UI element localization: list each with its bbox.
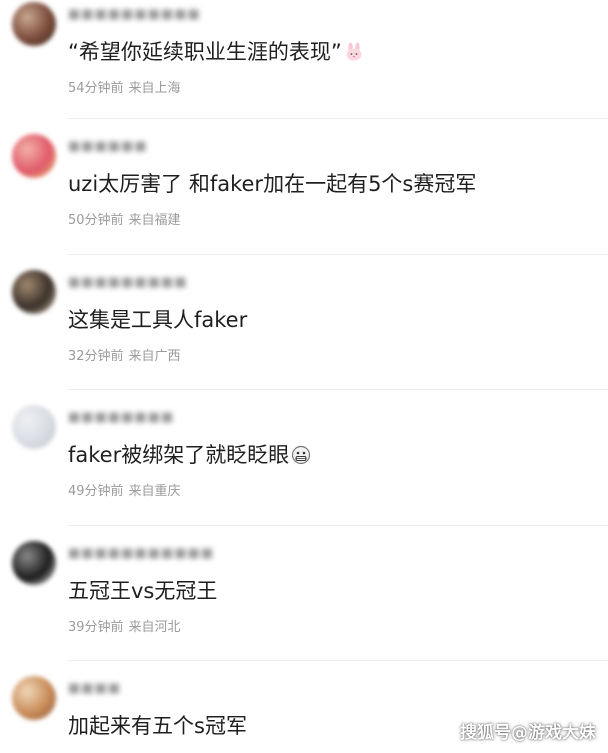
avatar[interactable]: [12, 676, 56, 720]
comment-item[interactable]: ■■■■■■■■■■ “希望你延续职业生涯的表现” 54分钟前 来自上海: [0, 0, 608, 132]
comment-meta: 50分钟前 来自福建: [68, 212, 181, 230]
comment-location: 来自河北: [128, 620, 181, 635]
comment-meta: 39分钟前 来自河北: [68, 619, 181, 637]
comment-meta: 49分钟前 来自重庆: [68, 483, 181, 501]
username[interactable]: ■■■■■■■■■■■: [68, 547, 214, 561]
comment-text: faker被绑架了就眨眨眼: [68, 441, 311, 469]
comment-location: 来自广西: [128, 349, 181, 364]
comment-location: 来自上海: [128, 81, 181, 96]
comment-text: “希望你延续职业生涯的表现”: [68, 38, 364, 66]
comment-text-content: uzi太厉害了 和faker加在一起有5个s赛冠军: [68, 172, 477, 196]
comment-item[interactable]: ■■■■■■■■ faker被绑架了就眨眨眼 49分钟前 来自重庆: [0, 403, 608, 539]
avatar[interactable]: [12, 2, 56, 46]
comment-text: uzi太厉害了 和faker加在一起有5个s赛冠军: [68, 170, 476, 198]
divider: [68, 254, 608, 255]
username[interactable]: ■■■■■■■■■■: [68, 8, 201, 22]
comment-text-content: 五冠王vs无冠王: [68, 579, 218, 603]
rabbit-face-icon: [346, 42, 362, 61]
comment-item[interactable]: ■■■■■■■■■■■ 五冠王vs无冠王 39分钟前 来自河北: [0, 539, 608, 674]
comment-text-content: “希望你延续职业生涯的表现”: [68, 40, 342, 64]
comment-time: 39分钟前: [68, 620, 124, 635]
comment-location: 来自福建: [128, 213, 181, 228]
comment-location: 来自重庆: [128, 484, 181, 499]
comment-meta: 54分钟前 来自上海: [68, 80, 181, 98]
divider: [68, 660, 608, 661]
divider: [68, 525, 608, 526]
comment-text-content: 加起来有五个s冠军: [68, 714, 247, 738]
avatar[interactable]: [12, 134, 56, 178]
divider: [68, 118, 608, 119]
comment-item[interactable]: ■■■■■■ uzi太厉害了 和faker加在一起有5个s赛冠军 50分钟前 来自福建: [0, 132, 608, 268]
username[interactable]: ■■■■: [68, 682, 121, 696]
comment-time: 32分钟前: [68, 349, 124, 364]
grimacing-face-icon: [292, 445, 311, 465]
comment-text-content: faker被绑架了就眨眨眼: [68, 443, 290, 467]
avatar[interactable]: [12, 541, 56, 585]
username[interactable]: ■■■■■■: [68, 140, 148, 154]
username[interactable]: ■■■■■■■■■: [68, 276, 188, 290]
divider: [68, 389, 608, 390]
avatar[interactable]: [12, 405, 56, 449]
comment-text: 这集是工具人faker: [68, 306, 247, 334]
watermark: 搜狐号@游戏大妹: [460, 723, 596, 743]
comment-meta: 32分钟前 来自广西: [68, 348, 181, 366]
comment-time: 54分钟前: [68, 81, 124, 96]
comment-item[interactable]: ■■■■■■■■■ 这集是工具人faker 32分钟前 来自广西: [0, 268, 608, 403]
comment-text: 五冠王vs无冠王: [68, 577, 217, 605]
comment-time: 49分钟前: [68, 484, 124, 499]
comment-text: 加起来有五个s冠军: [68, 712, 247, 740]
avatar[interactable]: [12, 270, 56, 314]
comment-time: 50分钟前: [68, 213, 124, 228]
username[interactable]: ■■■■■■■■: [68, 411, 174, 425]
comment-text-content: 这集是工具人faker: [68, 308, 248, 332]
